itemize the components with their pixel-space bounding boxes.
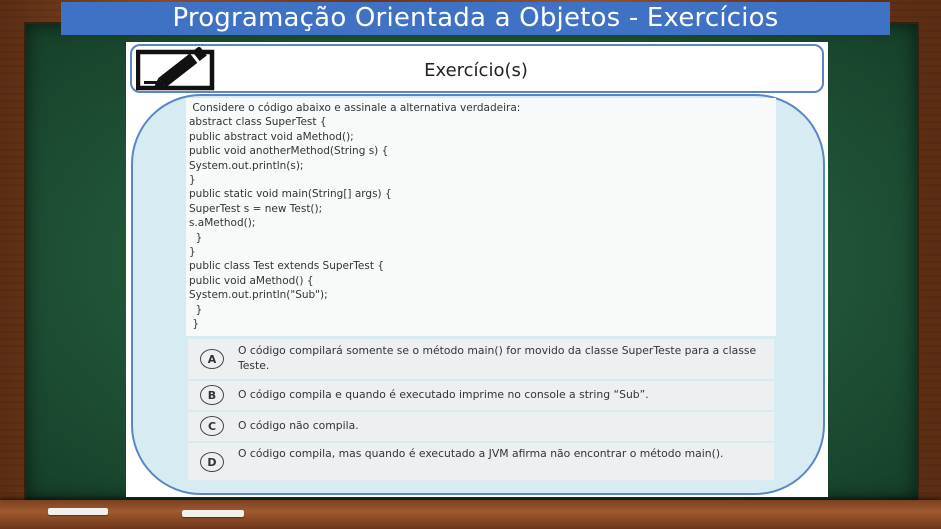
chalk-piece — [48, 508, 108, 515]
chalk-tray — [0, 500, 941, 529]
option-letter: D — [200, 452, 224, 472]
code-line: } — [189, 246, 196, 259]
code-line: } — [189, 174, 196, 187]
option-text: O código compilará somente se o método m… — [238, 344, 757, 372]
code-line: } — [189, 318, 200, 331]
pencil-square-icon — [135, 46, 216, 91]
question-code: Considere o código abaixo e assinale a a… — [189, 101, 769, 332]
code-line: abstract class SuperTest { — [189, 116, 327, 129]
option-text: O código não compila. — [238, 419, 359, 432]
option-text: O código compila, mas quando é executado… — [238, 447, 724, 460]
code-line: public void anotherMethod(String s) { — [189, 145, 389, 158]
question-prompt: Considere o código abaixo e assinale a a… — [189, 102, 521, 114]
option-d[interactable]: D O código compila, mas quando é executa… — [188, 443, 774, 480]
option-letter: B — [200, 385, 224, 405]
code-line: public class Test extends SuperTest { — [189, 260, 384, 273]
option-c[interactable]: C O código não compila. — [188, 412, 774, 441]
option-b[interactable]: B O código compila e quando é executado … — [188, 381, 774, 410]
slide-title: Programação Orientada a Objetos - Exercí… — [61, 2, 890, 35]
option-letter: C — [200, 416, 224, 436]
option-letter: A — [200, 349, 224, 369]
code-line: } — [189, 231, 203, 244]
code-line: } — [189, 303, 203, 316]
code-line: SuperTest s = new Test(); — [189, 202, 323, 215]
option-text: O código compila e quando é executado im… — [238, 388, 649, 401]
code-line: public static void main(String[] args) { — [189, 188, 392, 201]
code-line: public abstract void aMethod(); — [189, 130, 354, 143]
header-title: Exercício(s) — [424, 60, 528, 81]
code-line: System.out.println("Sub"); — [189, 289, 328, 302]
option-a[interactable]: A O código compilará somente se o método… — [188, 339, 774, 379]
code-line: System.out.println(s); — [189, 159, 304, 172]
code-line: s.aMethod(); — [189, 217, 256, 230]
chalk-piece — [182, 510, 244, 517]
code-line: public void aMethod() { — [189, 274, 314, 287]
